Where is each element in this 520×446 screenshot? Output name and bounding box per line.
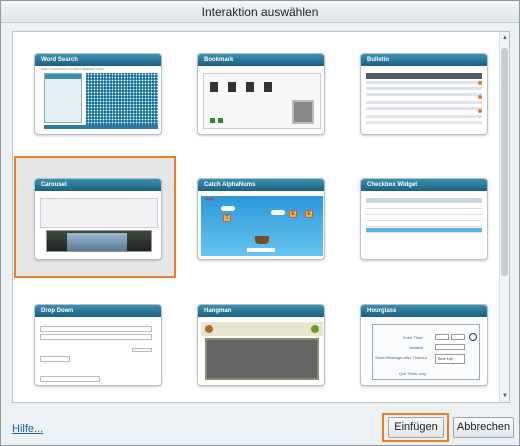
bookmark-thumbnail: Bookmark	[197, 53, 325, 135]
word-search-thumbnail: Word Search Click on the boxes to find t…	[34, 53, 162, 135]
bulletin-thumbnail: Bulletin	[360, 53, 488, 135]
hourglass-settings: Enter Time: Variable Show Message after …	[372, 324, 480, 380]
card-title: Hangman	[198, 305, 324, 317]
game-board	[205, 338, 319, 380]
letter-grid	[86, 73, 158, 125]
quit-label: Quit Timer only	[399, 371, 426, 376]
dialog-title: Interaktion auswählen	[1, 1, 519, 23]
card-title: Bookmark	[198, 54, 324, 66]
letter-tile: E	[289, 210, 297, 218]
word-list	[44, 73, 82, 123]
hourglass-thumbnail: Hourglass Enter Time: Variable Show Mess…	[360, 304, 488, 386]
drop-down-thumbnail: Drop Down	[34, 304, 162, 386]
interaction-gallery[interactable]: Word Search Click on the boxes to find t…	[12, 31, 510, 403]
cancel-button[interactable]: Abbrechen	[453, 417, 514, 438]
carousel-image	[46, 230, 152, 252]
letter-tile: T	[223, 214, 231, 222]
bookmark-settings-panel	[203, 73, 321, 129]
card-catch-alphanums[interactable]: Catch AlphaNums ♥♥♥ T E E	[177, 156, 339, 270]
card-title: Catch AlphaNums	[198, 179, 324, 191]
vertical-scrollbar[interactable]: ▲ ▼	[499, 32, 509, 402]
card-title: Carousel	[35, 179, 161, 191]
enter-time-label: Enter Time:	[403, 335, 424, 340]
card-title: Bulletin	[361, 54, 487, 66]
card-title: Word Search	[35, 54, 161, 66]
basket	[255, 236, 269, 244]
dialog-window: Interaktion auswählen Word Search Click …	[0, 0, 520, 446]
variable-label: Variable	[409, 345, 424, 350]
insert-button[interactable]: Einfügen	[388, 417, 444, 438]
hangman-thumbnail: Hangman	[197, 304, 325, 386]
card-title: Drop Down	[35, 305, 161, 317]
card-hourglass[interactable]: Hourglass Enter Time: Variable Show Mess…	[340, 282, 502, 396]
card-drop-down[interactable]: Drop Down	[14, 282, 176, 396]
scroll-down-icon[interactable]: ▼	[501, 392, 509, 400]
card-hangman[interactable]: Hangman	[177, 282, 339, 396]
card-title: Hourglass	[361, 305, 487, 317]
card-word-search[interactable]: Word Search Click on the boxes to find t…	[14, 32, 176, 146]
catch-alphanums-thumbnail: Catch AlphaNums ♥♥♥ T E E	[197, 178, 325, 260]
scroll-up-icon[interactable]: ▲	[501, 34, 509, 42]
time-up-text: Time Up!	[437, 356, 454, 361]
carousel-thumbnail: Carousel	[34, 178, 162, 260]
card-carousel[interactable]: Carousel	[14, 156, 176, 278]
help-link[interactable]: Hilfe...	[12, 423, 43, 435]
card-checkbox-widget[interactable]: Checkbox Widget	[340, 156, 502, 270]
bottom-bar	[44, 125, 158, 129]
card-title: Checkbox Widget	[361, 179, 487, 191]
card-bulletin[interactable]: Bulletin	[340, 32, 502, 146]
card-bookmark[interactable]: Bookmark	[177, 32, 339, 146]
show-message-label: Show Message after Timeout	[375, 355, 427, 360]
clock-icon	[469, 333, 477, 341]
bookmark-preview	[292, 100, 314, 124]
game-sky: ♥♥♥ T E E	[201, 196, 323, 256]
checkbox-widget-thumbnail: Checkbox Widget	[360, 178, 488, 260]
carousel-settings-panel	[40, 198, 158, 228]
scroll-thumb[interactable]	[501, 48, 508, 276]
letter-tile: E	[305, 210, 313, 218]
